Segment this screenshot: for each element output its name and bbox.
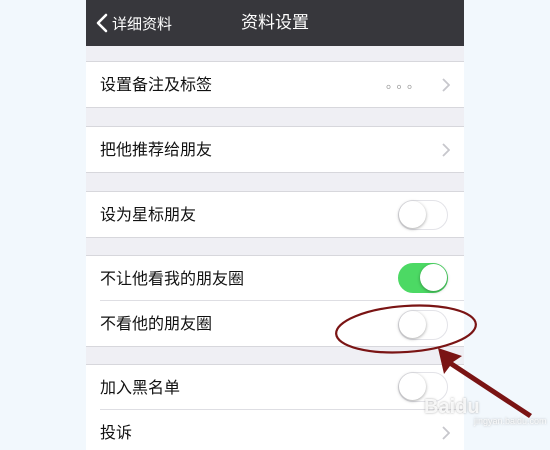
- chevron-right-icon: [442, 426, 450, 440]
- row-remark-tags[interactable]: 设置备注及标签 。。。: [86, 62, 464, 107]
- row-report[interactable]: 投诉: [86, 410, 464, 450]
- chevron-right-icon: [442, 143, 450, 157]
- row-hide-his-moments: 不看他的朋友圈: [86, 301, 464, 346]
- row-recommend[interactable]: 把他推荐给朋友: [86, 127, 464, 172]
- group-border: [86, 172, 464, 173]
- row-blacklist-label: 加入黑名单: [100, 378, 181, 397]
- row-remark-tags-label: 设置备注及标签: [100, 75, 213, 94]
- row-star-friend-label: 设为星标朋友: [100, 205, 197, 224]
- row-report-label: 投诉: [100, 423, 133, 442]
- switch-knob: [399, 311, 426, 338]
- switch-knob: [399, 201, 426, 228]
- page-title: 资料设置: [241, 13, 309, 33]
- hide-his-moments-switch[interactable]: [398, 310, 448, 340]
- row-remark-tags-value: 。。。: [385, 77, 424, 92]
- star-friend-switch[interactable]: [398, 200, 448, 230]
- watermark-sub: jingyan.baidu.com: [474, 416, 547, 426]
- group-border: [86, 237, 464, 238]
- blacklist-switch[interactable]: [398, 372, 448, 402]
- row-hide-my-moments: 不让他看我的朋友圈: [86, 256, 464, 301]
- navigation-bar: 详细资料 资料设置: [86, 0, 464, 46]
- group-border: [86, 346, 464, 347]
- phone-screen: 详细资料 资料设置 设置备注及标签 。。。 把他推荐给朋友 设为星标朋友 不让他…: [86, 0, 464, 450]
- chevron-right-icon: [442, 78, 450, 92]
- row-star-friend: 设为星标朋友: [86, 192, 464, 237]
- row-hide-his-moments-label: 不看他的朋友圈: [100, 314, 213, 333]
- hide-my-moments-switch[interactable]: [398, 263, 448, 293]
- row-blacklist: 加入黑名单: [86, 365, 464, 410]
- switch-knob: [399, 373, 426, 400]
- row-hide-my-moments-label: 不让他看我的朋友圈: [100, 269, 245, 288]
- row-recommend-label: 把他推荐给朋友: [100, 140, 213, 159]
- group-border: [86, 107, 464, 108]
- switch-knob: [420, 264, 447, 291]
